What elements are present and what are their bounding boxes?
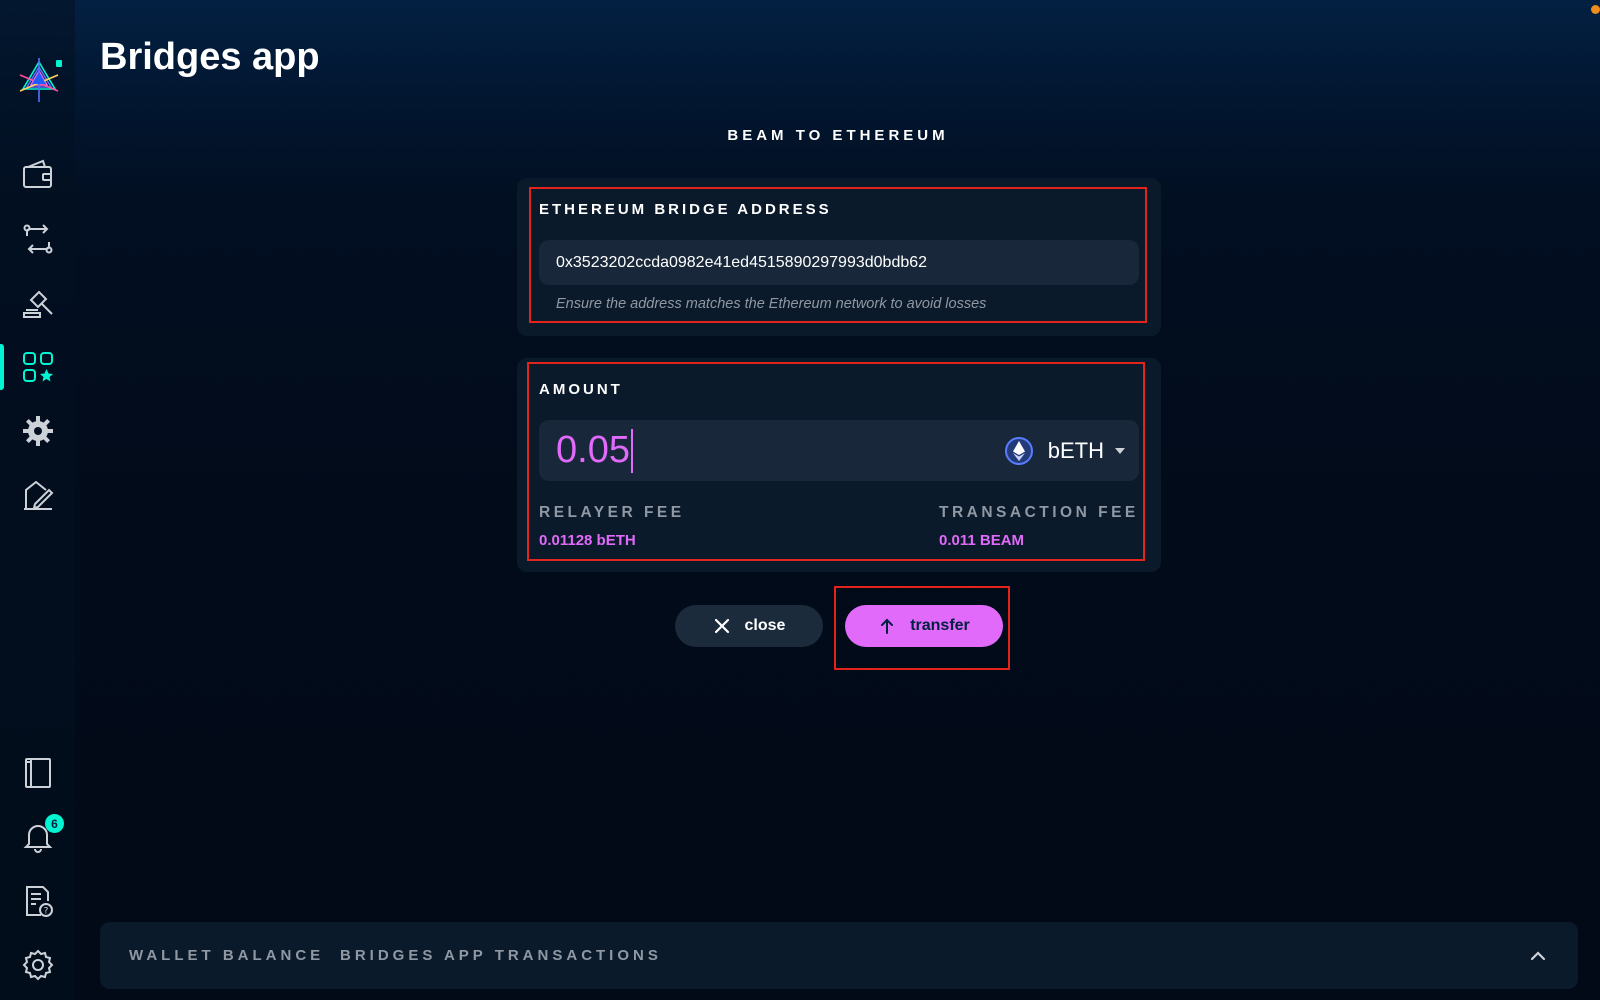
sidebar-item-settings[interactable] bbox=[0, 940, 75, 990]
currency-selector[interactable]: bETH bbox=[1004, 420, 1125, 481]
amount-label: AMOUNT bbox=[539, 381, 623, 398]
transfer-button-label: transfer bbox=[910, 617, 970, 634]
sign-icon bbox=[23, 480, 53, 510]
amount-input[interactable]: 0.05 bETH bbox=[539, 420, 1139, 481]
auction-icon bbox=[22, 290, 53, 318]
tab-bridges-app-transactions[interactable]: BRIDGES APP TRANSACTIONS bbox=[340, 922, 662, 989]
address-hint: Ensure the address matches the Ethereum … bbox=[556, 296, 987, 312]
svg-text:?: ? bbox=[43, 907, 48, 917]
chevron-down-icon bbox=[1115, 447, 1125, 454]
sidebar-item-address-book[interactable] bbox=[0, 748, 75, 798]
address-input[interactable]: 0x3523202ccda0982e41ed4515890297993d0bdb… bbox=[539, 240, 1139, 285]
sidebar-item-swap[interactable] bbox=[0, 214, 75, 264]
status-dot bbox=[1591, 5, 1600, 14]
transaction-fee-label: TRANSACTION FEE bbox=[939, 504, 1139, 521]
close-icon bbox=[714, 618, 729, 634]
page-title: Bridges app bbox=[100, 36, 320, 78]
address-label: ETHEREUM BRIDGE ADDRESS bbox=[539, 201, 832, 218]
wallet-icon bbox=[22, 159, 52, 188]
notifications-count-badge: 6 bbox=[45, 814, 64, 833]
relayer-fee-value: 0.01128 bETH bbox=[539, 532, 636, 549]
sidebar-item-settings-gear[interactable] bbox=[0, 406, 75, 456]
gear-icon bbox=[22, 416, 53, 446]
sidebar-item-sign[interactable] bbox=[0, 470, 75, 520]
sidebar: 6 ? bbox=[0, 0, 75, 1000]
tab-wallet-balance[interactable]: WALLET BALANCE bbox=[129, 922, 324, 989]
address-book-icon bbox=[24, 758, 51, 788]
transaction-fee-value: 0.011 BEAM bbox=[939, 532, 1025, 549]
sidebar-item-dapps[interactable] bbox=[0, 342, 75, 392]
swap-icon bbox=[23, 224, 52, 254]
help-document-icon: ? bbox=[25, 886, 53, 917]
ethereum-icon bbox=[1004, 436, 1033, 465]
beam-logo-icon bbox=[14, 55, 64, 105]
sidebar-item-notifications[interactable]: 6 bbox=[0, 812, 75, 862]
relayer-fee-label: RELAYER FEE bbox=[539, 504, 685, 521]
section-title: BEAM TO ETHEREUM bbox=[727, 127, 949, 144]
bottom-panel: WALLET BALANCE BRIDGES APP TRANSACTIONS bbox=[100, 922, 1578, 989]
arrow-up-icon bbox=[881, 618, 894, 634]
currency-label: bETH bbox=[1047, 437, 1104, 463]
amount-value: 0.05 bbox=[556, 429, 630, 471]
address-value: 0x3523202ccda0982e41ed4515890297993d0bdb… bbox=[556, 253, 928, 271]
transfer-button[interactable]: transfer bbox=[845, 605, 1003, 647]
sidebar-item-wallet[interactable] bbox=[0, 150, 75, 200]
chevron-up-icon[interactable] bbox=[1526, 944, 1550, 968]
sidebar-item-auction[interactable] bbox=[0, 278, 75, 328]
settings-icon bbox=[22, 949, 53, 981]
dapps-icon bbox=[22, 352, 53, 382]
sidebar-item-help[interactable]: ? bbox=[0, 876, 75, 926]
text-caret bbox=[630, 428, 633, 473]
close-button-label: close bbox=[744, 617, 786, 634]
close-button[interactable]: close bbox=[675, 605, 823, 647]
